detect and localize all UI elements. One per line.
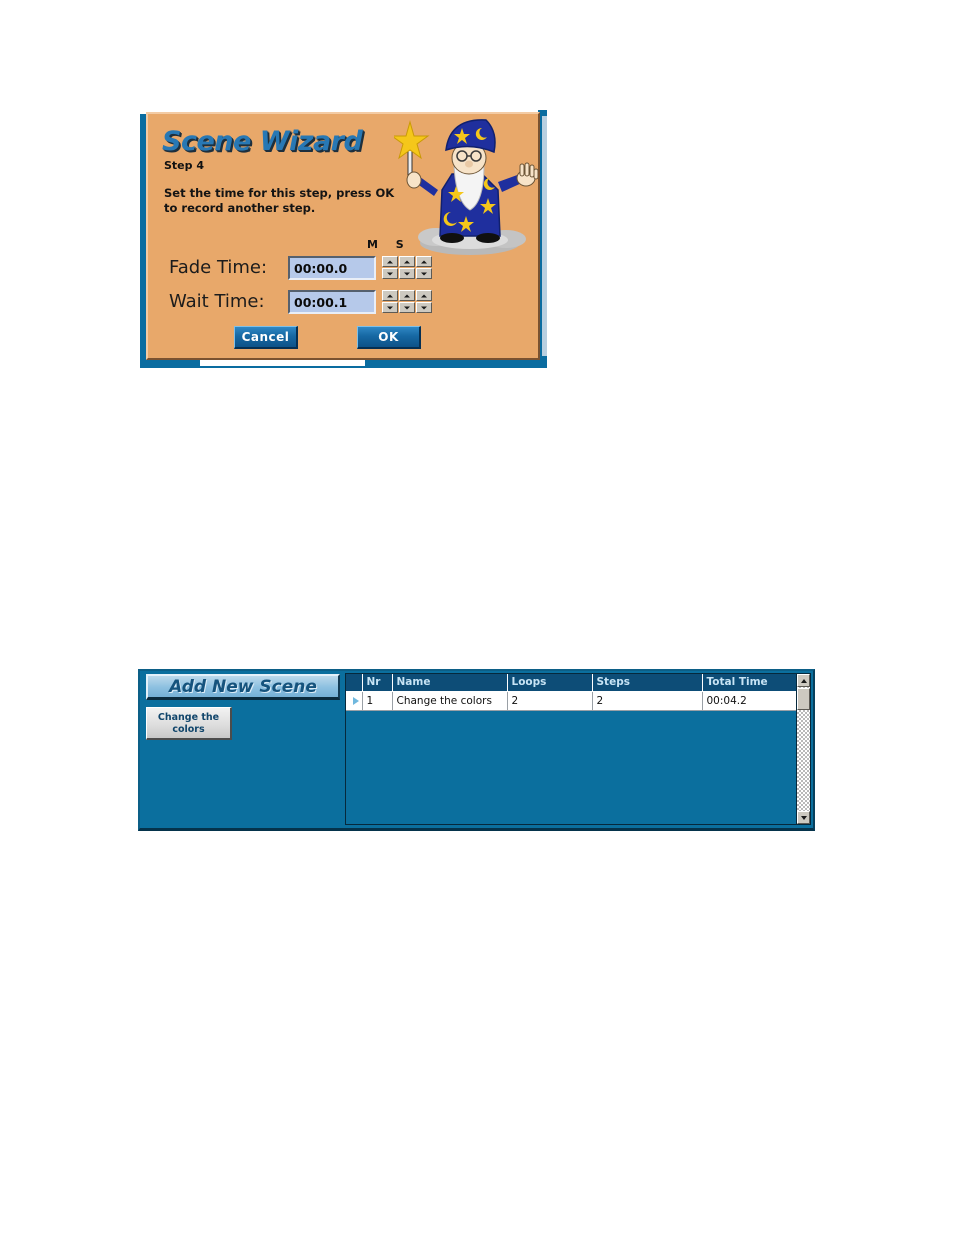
fade-time-input[interactable]: 00:00.0: [288, 256, 376, 280]
wait-time-label: Wait Time:: [169, 291, 265, 312]
instructions-text: Set the time for this step, press OK to …: [164, 186, 395, 215]
scroll-up-icon[interactable]: [797, 674, 810, 687]
triangle-up-icon[interactable]: [399, 290, 415, 301]
ok-button[interactable]: OK: [357, 326, 421, 349]
scene-wizard-figure: Scene Wizard Step 4 Set the time for thi…: [140, 110, 547, 368]
column-header-name[interactable]: Name: [392, 674, 508, 692]
scroll-down-icon[interactable]: [797, 811, 810, 824]
minutes-seconds-column-labels: M S: [367, 238, 411, 251]
cell-name[interactable]: Change the colors: [392, 691, 508, 711]
triangle-up-icon[interactable]: [416, 290, 432, 301]
fade-seconds-stepper: [399, 256, 415, 281]
wait-time-input[interactable]: 00:00.1: [288, 290, 376, 314]
table-header-row: Nr Name Loops Steps Total Time: [346, 674, 796, 692]
triangle-down-icon[interactable]: [382, 268, 398, 279]
triangle-up-icon[interactable]: [382, 290, 398, 301]
row-selector-arrow-icon[interactable]: [346, 691, 363, 711]
column-header-loops[interactable]: Loops: [507, 674, 593, 692]
triangle-down-icon[interactable]: [399, 268, 415, 279]
scene-table: Nr Name Loops Steps Total Time 1 Change …: [346, 674, 796, 711]
wizard-mascot-icon: [390, 116, 538, 262]
scene-grid: Nr Name Loops Steps Total Time 1 Change …: [345, 673, 811, 825]
column-header-total-time[interactable]: Total Time: [702, 674, 796, 692]
triangle-down-icon[interactable]: [382, 302, 398, 313]
background-window-panel-sliver: [542, 116, 547, 356]
column-header-steps[interactable]: Steps: [592, 674, 703, 692]
cell-nr[interactable]: 1: [362, 691, 393, 711]
scene-wizard-dialog: Scene Wizard Step 4 Set the time for thi…: [146, 112, 540, 360]
scene-list-panel: Add New Scene Change the colors Nr Name …: [138, 669, 815, 831]
cell-total-time[interactable]: 00:04.2: [702, 691, 796, 711]
table-row[interactable]: 1 Change the colors 2 2 00:04.2: [346, 691, 796, 711]
scrollbar-thumb[interactable]: [797, 688, 810, 710]
scrollbar-vertical[interactable]: [796, 674, 810, 824]
triangle-up-icon[interactable]: [416, 256, 432, 267]
fade-minutes-stepper: [382, 256, 398, 281]
wait-time-spinners: [382, 290, 434, 315]
cell-steps[interactable]: 2: [592, 691, 703, 711]
cancel-button[interactable]: Cancel: [234, 326, 298, 349]
fade-time-spinners: [382, 256, 434, 281]
step-label: Step 4: [164, 159, 204, 172]
fade-tenths-stepper: [416, 256, 432, 281]
wait-minutes-stepper: [382, 290, 398, 315]
scene-panel-sidebar: Add New Scene Change the colors: [140, 671, 344, 828]
scene-grid-viewport: Nr Name Loops Steps Total Time 1 Change …: [346, 674, 796, 824]
cell-loops[interactable]: 2: [507, 691, 593, 711]
column-header-marker[interactable]: [346, 674, 363, 692]
obscured-background-text: [200, 360, 365, 366]
change-the-colors-button[interactable]: Change the colors: [146, 707, 232, 740]
triangle-up-icon[interactable]: [399, 256, 415, 267]
column-header-nr[interactable]: Nr: [362, 674, 393, 692]
add-new-scene-button[interactable]: Add New Scene: [146, 674, 340, 700]
triangle-down-icon[interactable]: [416, 268, 432, 279]
triangle-down-icon[interactable]: [416, 302, 432, 313]
triangle-down-icon[interactable]: [399, 302, 415, 313]
wait-tenths-stepper: [416, 290, 432, 315]
wait-seconds-stepper: [399, 290, 415, 315]
page-title: Scene Wizard: [162, 126, 363, 157]
fade-time-label: Fade Time:: [169, 257, 268, 278]
triangle-up-icon[interactable]: [382, 256, 398, 267]
